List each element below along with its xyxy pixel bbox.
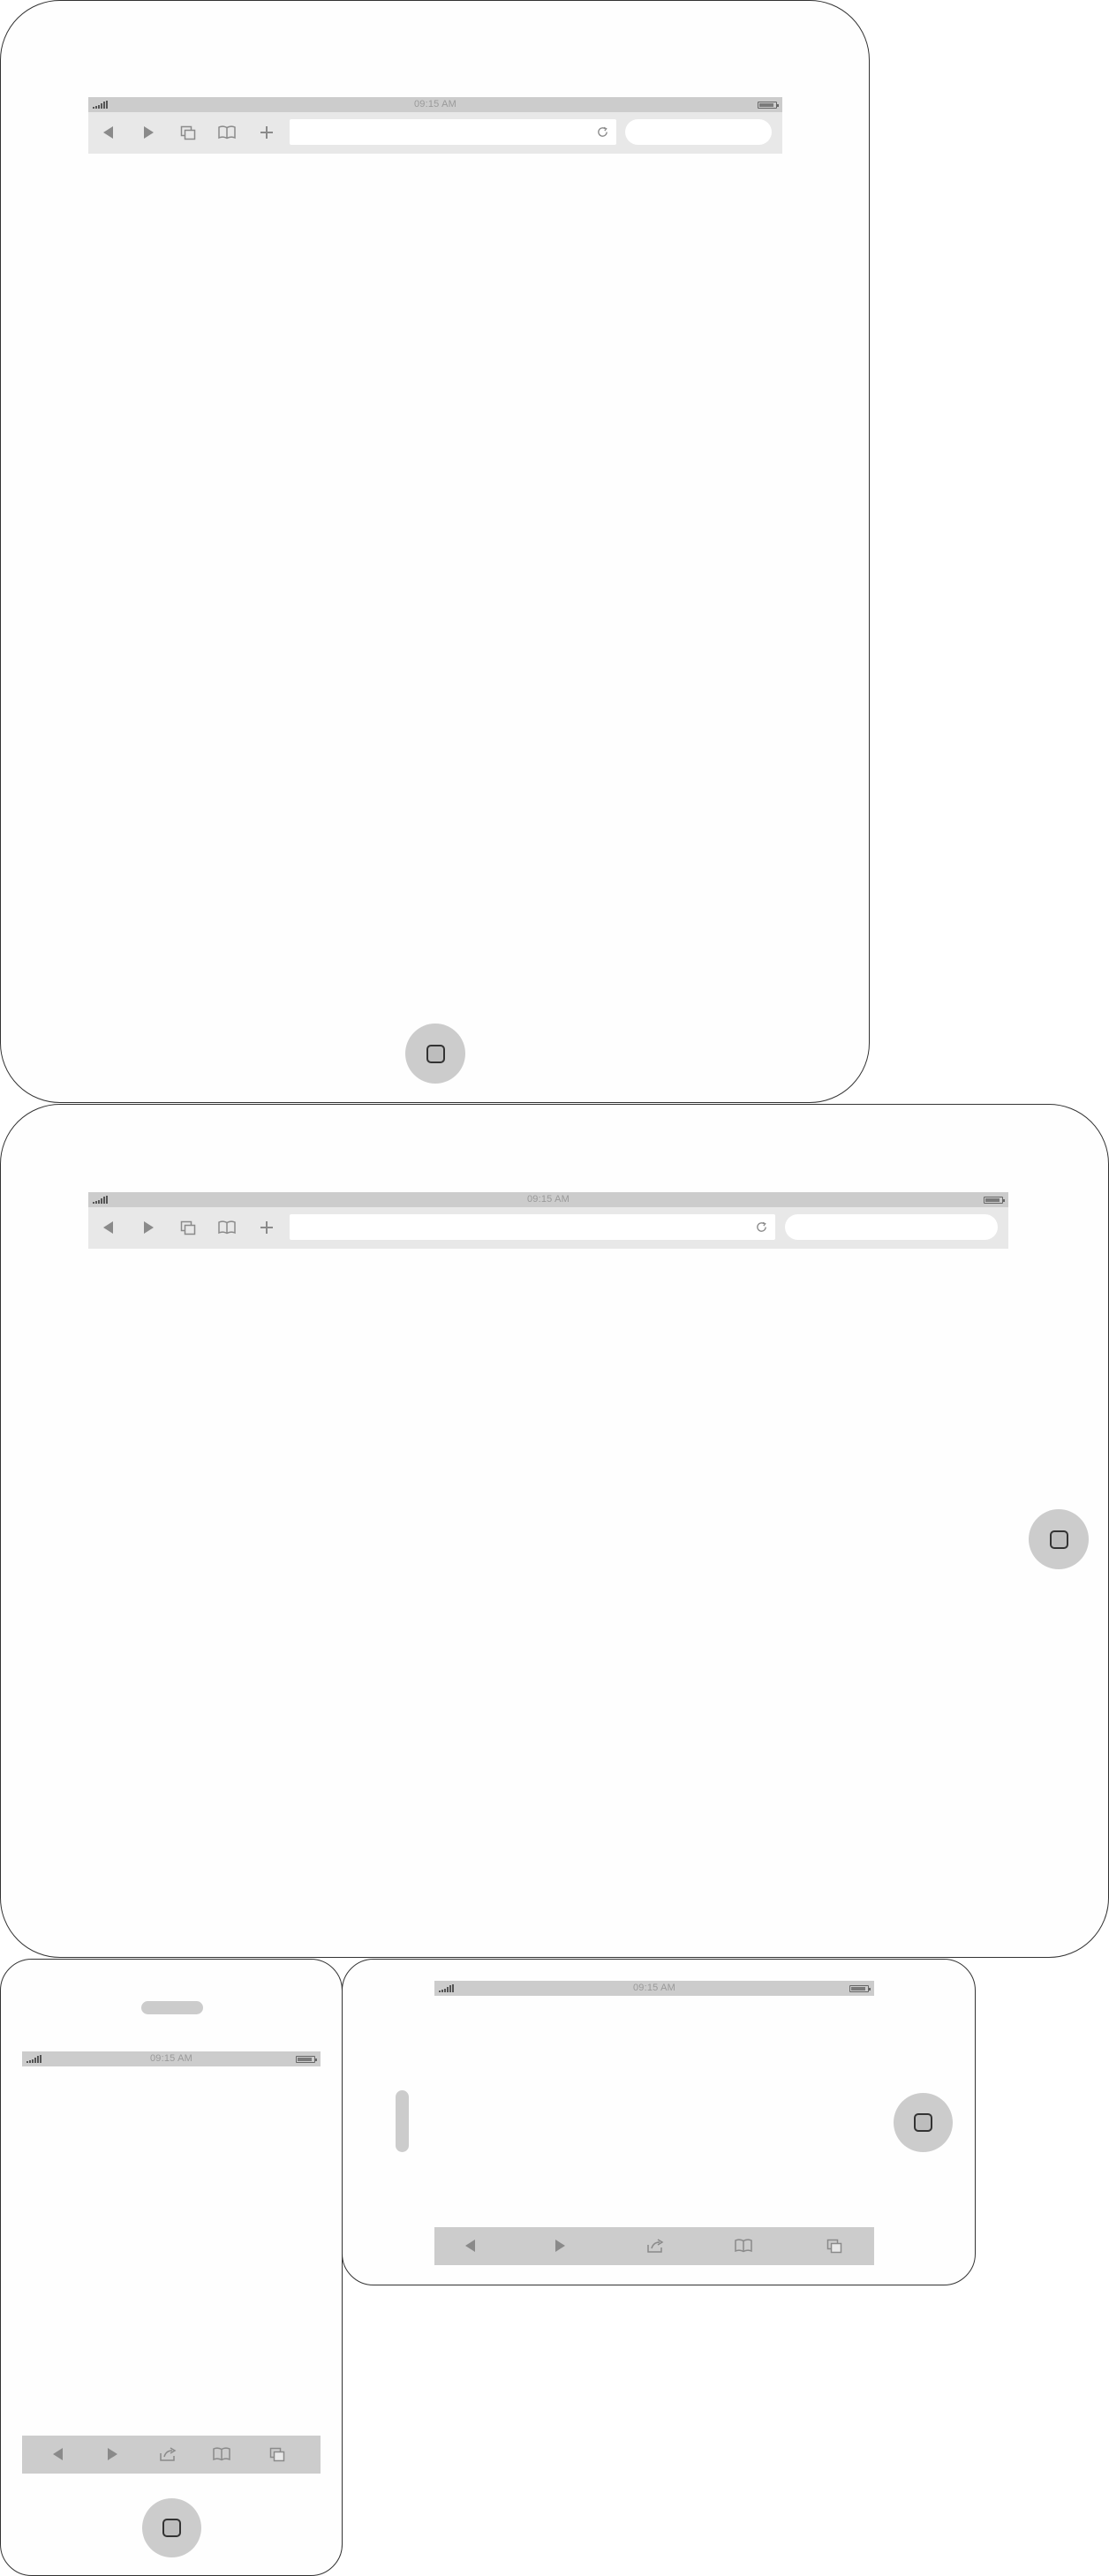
back-arrow-icon bbox=[49, 2445, 67, 2463]
forward-arrow-icon bbox=[140, 124, 157, 141]
add-button[interactable] bbox=[255, 121, 278, 144]
forward-arrow-icon bbox=[103, 2445, 121, 2463]
iphone-landscape-screen: 09:15 AM bbox=[434, 1981, 874, 2265]
bookmarks-button[interactable] bbox=[732, 2234, 755, 2257]
pages-button[interactable] bbox=[177, 121, 200, 144]
status-time: 09:15 AM bbox=[526, 1194, 570, 1205]
battery-icon bbox=[984, 1197, 1005, 1204]
earpiece-speaker bbox=[396, 2090, 409, 2152]
forward-button[interactable] bbox=[137, 121, 160, 144]
iphone-portrait-device: 09:15 AM bbox=[0, 1959, 343, 2576]
pages-icon bbox=[826, 2237, 843, 2255]
home-button-square-icon bbox=[426, 1044, 445, 1063]
forward-arrow-icon bbox=[551, 2237, 569, 2255]
share-icon bbox=[158, 2445, 177, 2463]
status-bar: 09:15 AM bbox=[88, 1192, 1008, 1207]
forward-button[interactable] bbox=[137, 1216, 160, 1239]
home-button-square-icon bbox=[914, 2113, 932, 2132]
battery-icon bbox=[296, 2056, 317, 2063]
status-time: 09:15 AM bbox=[632, 1983, 676, 1993]
home-button-square-icon bbox=[1049, 1530, 1068, 1549]
browser-toolbar bbox=[88, 1207, 1008, 1249]
ipad-portrait-device: 09:15 AM bbox=[0, 0, 870, 1103]
bookmarks-book-icon bbox=[212, 2445, 231, 2463]
pages-icon bbox=[268, 2445, 286, 2463]
status-bar: 09:15 AM bbox=[22, 2051, 321, 2066]
back-button[interactable] bbox=[97, 1216, 120, 1239]
back-button[interactable] bbox=[459, 2234, 482, 2257]
plus-icon bbox=[258, 124, 275, 141]
pages-button[interactable] bbox=[177, 1216, 200, 1239]
address-field[interactable] bbox=[290, 119, 616, 145]
browser-bottom-toolbar bbox=[22, 2436, 321, 2474]
bookmarks-book-icon bbox=[217, 1219, 237, 1236]
bookmarks-button[interactable] bbox=[215, 1216, 238, 1239]
forward-button[interactable] bbox=[101, 2443, 124, 2466]
pages-button[interactable] bbox=[823, 2234, 846, 2257]
share-button[interactable] bbox=[644, 2234, 667, 2257]
bookmarks-book-icon bbox=[217, 124, 237, 141]
bookmarks-book-icon bbox=[734, 2237, 753, 2255]
reload-icon[interactable] bbox=[596, 125, 609, 139]
reload-icon[interactable] bbox=[755, 1220, 768, 1234]
iphone-landscape-device: 09:15 AM bbox=[342, 1959, 976, 2285]
back-arrow-icon bbox=[100, 124, 117, 141]
back-arrow-icon bbox=[100, 1219, 117, 1236]
search-input[interactable] bbox=[797, 1218, 985, 1236]
forward-arrow-icon bbox=[140, 1219, 157, 1236]
back-arrow-icon bbox=[462, 2237, 479, 2255]
status-bar: 09:15 AM bbox=[88, 97, 782, 112]
search-field[interactable] bbox=[625, 119, 772, 145]
address-field[interactable] bbox=[290, 1214, 775, 1240]
browser-toolbar bbox=[88, 112, 782, 154]
add-button[interactable] bbox=[255, 1216, 278, 1239]
home-button[interactable] bbox=[142, 2498, 201, 2557]
search-field[interactable] bbox=[785, 1214, 998, 1240]
share-icon bbox=[645, 2237, 665, 2255]
status-bar: 09:15 AM bbox=[434, 1981, 874, 1996]
browser-bottom-toolbar bbox=[434, 2227, 874, 2265]
home-button[interactable] bbox=[1029, 1509, 1089, 1569]
address-input[interactable] bbox=[297, 123, 590, 141]
ipad-landscape-screen: 09:15 AM bbox=[88, 1192, 1008, 1872]
bookmarks-button[interactable] bbox=[210, 2443, 233, 2466]
ipad-portrait-screen: 09:15 AM bbox=[88, 97, 782, 989]
pages-icon bbox=[179, 1219, 197, 1236]
search-input[interactable] bbox=[637, 123, 759, 141]
pages-button[interactable] bbox=[266, 2443, 289, 2466]
earpiece-speaker bbox=[141, 2001, 203, 2014]
status-time: 09:15 AM bbox=[413, 99, 457, 110]
battery-icon bbox=[758, 102, 779, 109]
ipad-landscape-device: 09:15 AM bbox=[0, 1104, 1109, 1958]
battery-icon bbox=[849, 1985, 871, 1992]
address-input[interactable] bbox=[297, 1218, 749, 1236]
home-button-square-icon bbox=[162, 2519, 181, 2537]
bookmarks-button[interactable] bbox=[215, 121, 238, 144]
back-button[interactable] bbox=[97, 121, 120, 144]
status-time: 09:15 AM bbox=[149, 2053, 193, 2064]
share-button[interactable] bbox=[156, 2443, 179, 2466]
back-button[interactable] bbox=[47, 2443, 70, 2466]
pages-icon bbox=[179, 124, 197, 141]
iphone-portrait-screen: 09:15 AM bbox=[22, 2051, 321, 2474]
plus-icon bbox=[258, 1219, 275, 1236]
forward-button[interactable] bbox=[548, 2234, 571, 2257]
home-button[interactable] bbox=[894, 2093, 953, 2152]
home-button[interactable] bbox=[405, 1024, 465, 1084]
